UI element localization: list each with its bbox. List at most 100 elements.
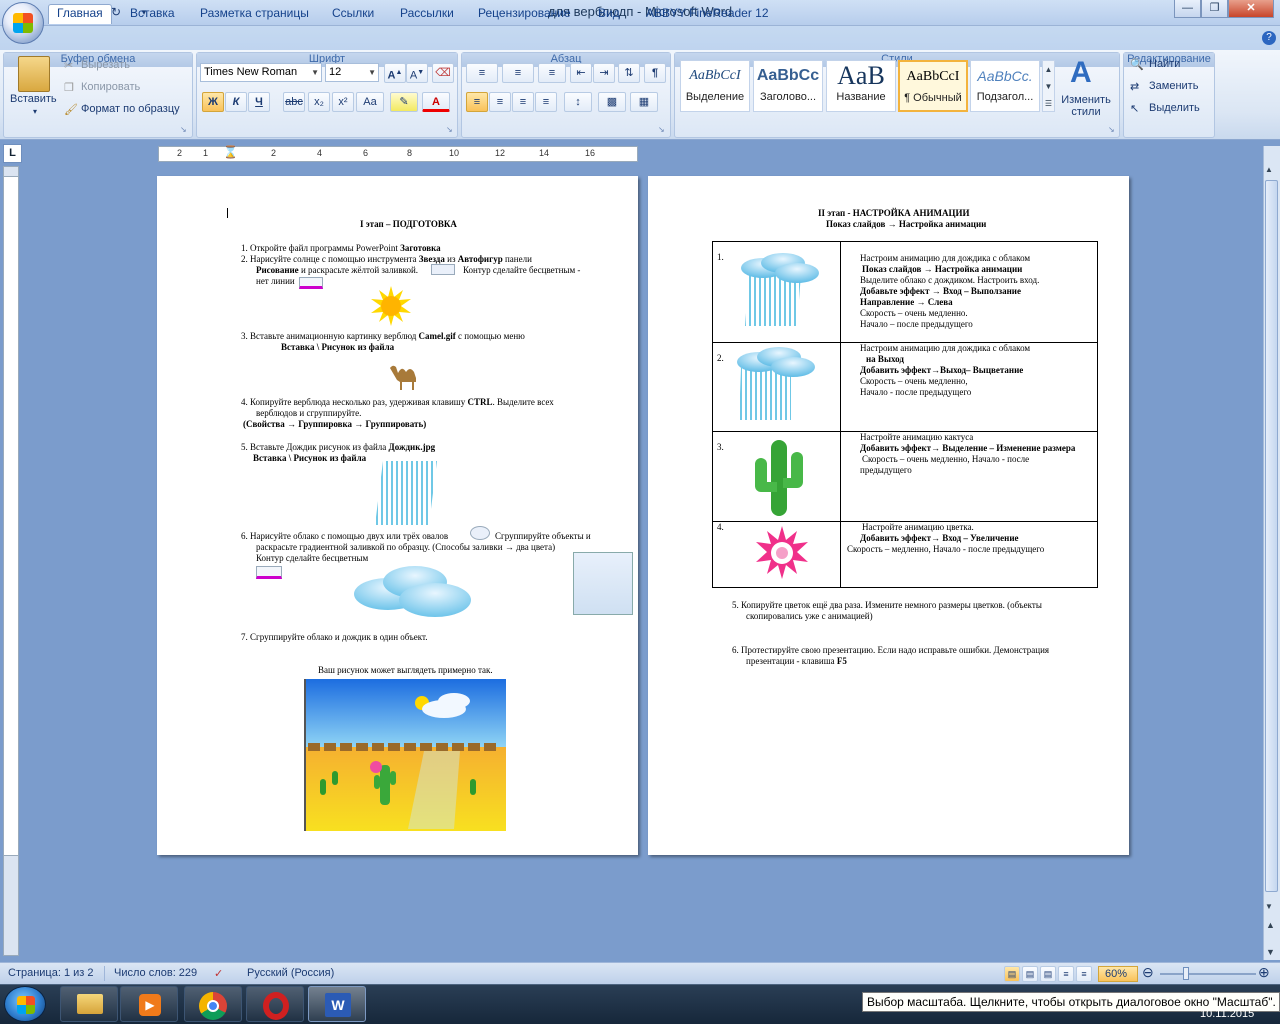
underline-button[interactable]: Ч (248, 92, 270, 112)
increase-indent-icon[interactable]: ⇥ (593, 63, 615, 83)
align-right-icon[interactable]: ≡ (512, 92, 534, 112)
tab-review[interactable]: Рецензирование (470, 5, 579, 24)
change-styles-button[interactable]: Изменить стили (1058, 94, 1114, 118)
zoom-in-icon[interactable]: ⊕ (1258, 964, 1270, 981)
style-subtitle[interactable]: AaBbCc. Подзагол... (970, 60, 1040, 112)
decrease-indent-icon[interactable]: ⇤ (570, 63, 592, 83)
status-page[interactable]: Страница: 1 из 2 (8, 967, 94, 979)
document-page-2[interactable]: II этап - НАСТРОЙКА АНИМАЦИИ Показ слайд… (648, 176, 1129, 855)
font-dropdown-icon[interactable]: ▼ (311, 64, 319, 81)
status-bar: Страница: 1 из 2 Число слов: 229 ✓ Русск… (0, 962, 1280, 984)
multilevel-list-icon[interactable]: ≡ (538, 63, 566, 83)
paste-button[interactable]: Вставить (10, 93, 57, 105)
office-button[interactable] (2, 2, 44, 44)
format-painter-button[interactable]: Формат по образцу (81, 103, 180, 115)
style-emphasis[interactable]: AaBbCcI Выделение (680, 60, 750, 112)
tab-view[interactable]: Вид (590, 5, 628, 24)
scrollbar-thumb[interactable] (1265, 180, 1278, 892)
start-button[interactable] (4, 986, 46, 1022)
font-color-icon[interactable]: A (422, 92, 450, 112)
find-button[interactable]: Найти (1149, 58, 1180, 70)
outline-view-icon[interactable]: ≡ (1058, 966, 1074, 982)
select-button[interactable]: Выделить (1149, 102, 1200, 114)
align-left-icon[interactable]: ≡ (466, 92, 488, 112)
replace-button[interactable]: Заменить (1149, 80, 1198, 92)
tab-references[interactable]: Ссылки (324, 5, 382, 24)
font-size-dropdown-icon[interactable]: ▼ (368, 64, 376, 81)
clipboard-launcher-icon[interactable]: ↘ (180, 125, 187, 134)
draft-view-icon[interactable]: ≡ (1076, 966, 1092, 982)
tab-home[interactable]: Главная (48, 4, 112, 24)
cut-button[interactable]: Вырезать (81, 59, 130, 71)
clear-format-icon[interactable]: ⌫ (432, 63, 454, 83)
style-normal[interactable]: AaBbCcI ¶ Обычный (898, 60, 968, 112)
web-view-icon[interactable]: ▤ (1040, 966, 1056, 982)
bold-button[interactable]: Ж (202, 92, 224, 112)
strikethrough-button[interactable]: abc (283, 92, 305, 112)
styles-scroll-icon[interactable]: ▲ ▼ ☰ (1042, 60, 1055, 112)
office-logo-icon (13, 13, 33, 33)
maximize-button[interactable]: ❐ (1201, 0, 1228, 18)
reading-view-icon[interactable]: ▤ (1022, 966, 1038, 982)
align-center-icon[interactable]: ≡ (489, 92, 511, 112)
styles-launcher-icon[interactable]: ↘ (1108, 125, 1115, 134)
print-layout-view-icon[interactable]: ▤ (1004, 966, 1020, 982)
taskbar-opera[interactable] (246, 986, 304, 1022)
scroll-down-icon[interactable]: ▼ (1265, 902, 1273, 911)
subscript-button[interactable]: x₂ (308, 92, 330, 112)
borders-icon[interactable]: ▦ (630, 92, 658, 112)
change-styles-icon[interactable]: A (1070, 56, 1092, 90)
italic-button[interactable]: К (225, 92, 247, 112)
font-name-combo[interactable]: Times New Roman ▼ (200, 63, 322, 82)
prev-page-icon[interactable]: ▲ (1266, 920, 1275, 930)
taskbar-explorer[interactable] (60, 986, 118, 1022)
style-preview: AaB (837, 61, 885, 90)
font-launcher-icon[interactable]: ↘ (446, 125, 453, 134)
paragraph-launcher-icon[interactable]: ↘ (658, 125, 665, 134)
taskbar-chrome[interactable] (184, 986, 242, 1022)
tab-mailings[interactable]: Рассылки (392, 5, 462, 24)
sort-icon[interactable]: ⇅ (618, 63, 640, 83)
close-button[interactable]: ✕ (1228, 0, 1274, 18)
proofing-icon[interactable]: ✓ (214, 967, 223, 980)
next-page-icon[interactable]: ▼ (1266, 947, 1275, 957)
numbering-icon[interactable]: ≡ (502, 63, 534, 83)
zoom-out-icon[interactable]: ⊖ (1142, 964, 1154, 981)
superscript-button[interactable]: x² (332, 92, 354, 112)
show-marks-icon[interactable]: ¶ (644, 63, 666, 83)
change-case-button[interactable]: Aa (356, 92, 384, 112)
zoom-slider[interactable] (1160, 973, 1256, 975)
minimize-button[interactable]: — (1174, 0, 1201, 18)
font-size-combo[interactable]: 12 ▼ (325, 63, 379, 82)
bullets-icon[interactable]: ≡ (466, 63, 498, 83)
indent-marker-icon[interactable]: ⌛ (223, 145, 238, 159)
shading-icon[interactable]: ▩ (598, 92, 626, 112)
justify-icon[interactable]: ≡ (535, 92, 557, 112)
status-words[interactable]: Число слов: 229 (114, 967, 197, 979)
status-language[interactable]: Русский (Россия) (247, 967, 334, 979)
document-page-1[interactable]: I этап – ПОДГОТОВКА 1. Откройте файл про… (157, 176, 638, 855)
tab-insert[interactable]: Вставка (122, 5, 183, 24)
ruler-tab-selector[interactable]: L (3, 144, 22, 163)
style-title[interactable]: AaB Название (826, 60, 896, 112)
vertical-ruler[interactable] (3, 176, 19, 856)
oval-tool-icon (470, 526, 490, 540)
scroll-up-icon[interactable]: ▲ (1265, 165, 1273, 174)
highlight-icon[interactable]: ✎ (390, 92, 418, 112)
paste-dropdown-icon[interactable]: ▾ (33, 107, 37, 116)
zoom-level[interactable]: 60% (1098, 966, 1138, 982)
taskbar-media-player[interactable]: ▶ (120, 986, 178, 1022)
shrink-font-button[interactable]: A▼ (406, 63, 428, 83)
tab-page-layout[interactable]: Разметка страницы (192, 5, 317, 24)
paste-icon[interactable] (18, 56, 50, 92)
copy-button[interactable]: Копировать (81, 81, 140, 93)
style-heading[interactable]: AaBbCc Заголово... (753, 60, 823, 112)
line-spacing-icon[interactable]: ↕ (564, 92, 592, 112)
horizontal-ruler[interactable]: 2 1 2 4 6 8 10 12 14 16 ⌛ (158, 145, 638, 162)
taskbar-word[interactable]: W (308, 986, 366, 1022)
tab-abbyy[interactable]: ABBYY FineReader 12 (638, 5, 777, 24)
zoom-slider-thumb[interactable] (1183, 967, 1189, 980)
step-text: 4. Копируйте верблюда несколько раз, уде… (241, 397, 468, 407)
grow-font-button[interactable]: A▲ (384, 63, 406, 83)
help-icon[interactable]: ? (1262, 31, 1276, 45)
